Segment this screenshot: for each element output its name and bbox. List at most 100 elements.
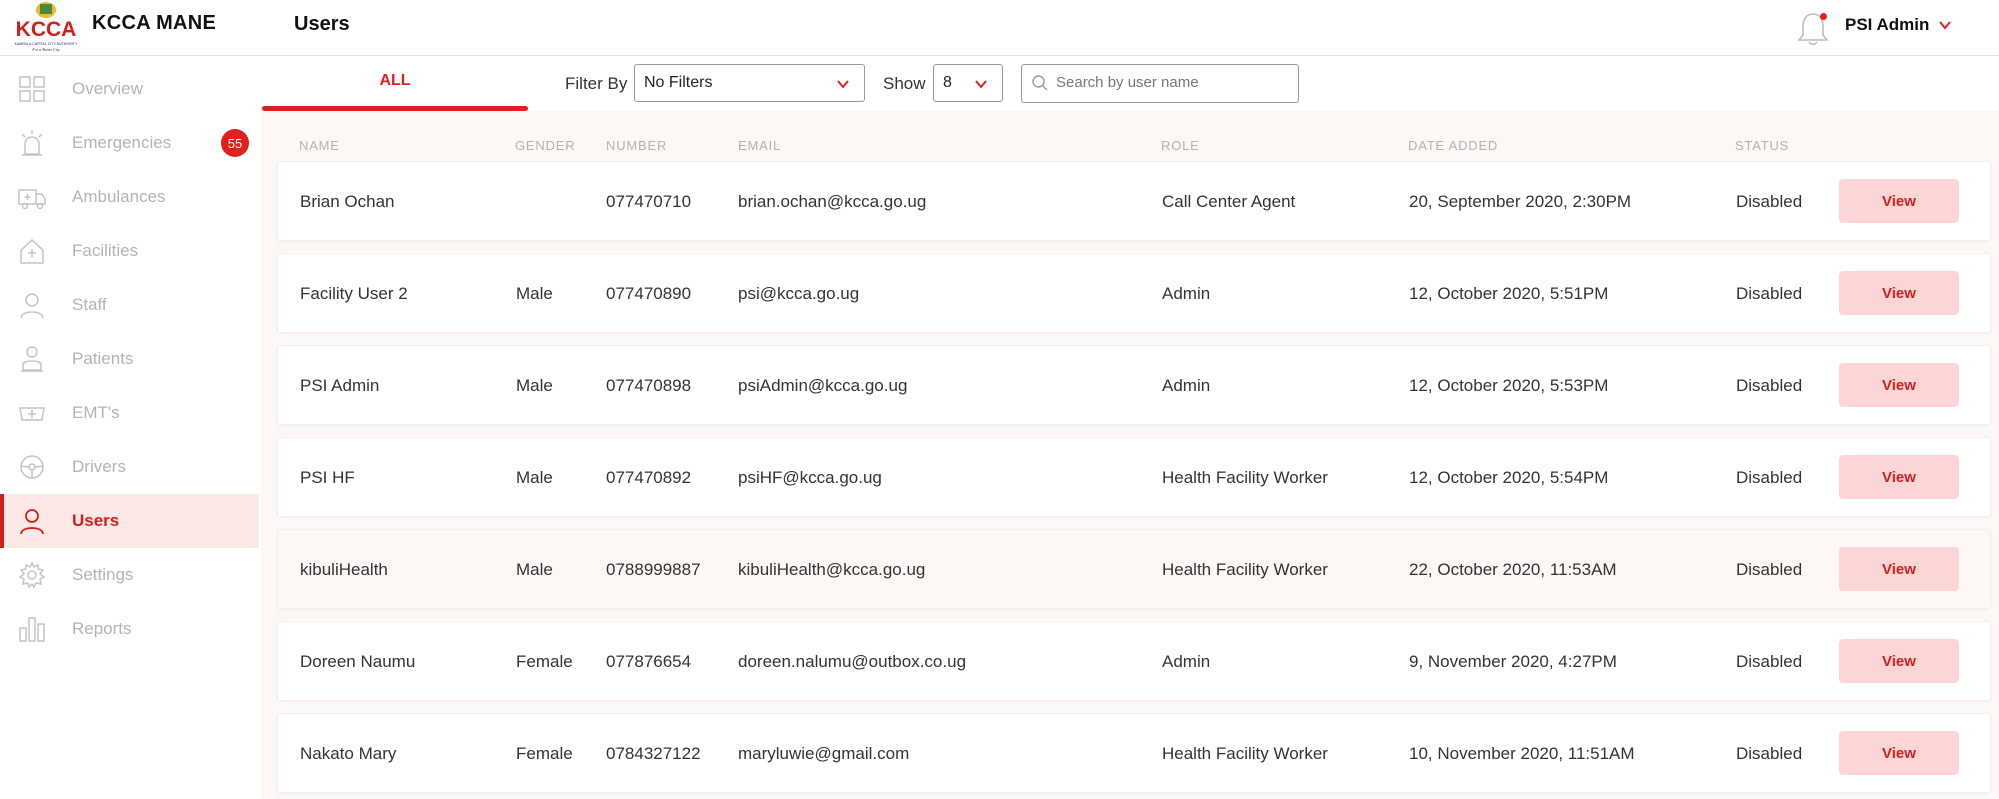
sidebar-item-patients[interactable]: Patients [0,332,259,386]
cell-email: psi@kcca.go.ug [738,284,860,303]
sidebar-item-overview[interactable]: Overview [0,62,259,116]
sidebar-item-label: Drivers [72,457,126,476]
user-icon [20,509,44,535]
cell-name: Doreen Naumu [300,652,416,671]
cell-gender: Male [516,284,553,303]
table-row: kibuliHealth Male 0788999887 kibuliHealt… [277,529,1991,609]
user-menu[interactable]: PSI Admin [1845,15,1953,35]
sidebar-item-users[interactable]: Users [0,494,259,548]
chevron-down-icon [1939,21,1952,30]
cell-number: 0784327122 [606,744,701,763]
svg-text:For a Better City: For a Better City [31,47,60,52]
table-row: Doreen Naumu Female 077876654 doreen.nal… [277,621,1991,701]
cell-number: 077470710 [606,192,692,211]
column-header-number: NUMBER [606,138,668,153]
view-button[interactable]: View [1839,731,1959,775]
chevron-down-icon [837,80,849,89]
sidebar-item-settings[interactable]: Settings [0,548,259,602]
filter-by-label: Filter By [565,74,628,93]
cell-status: Disabled [1736,468,1803,487]
sidebar-item-facilities[interactable]: Facilities [0,224,259,278]
cell-status: Disabled [1736,192,1803,211]
kcca-logo: KCCA KAMPALA CAPITAL CITY AUTHORITY For … [15,2,78,52]
user-name: PSI Admin [1845,15,1930,34]
cell-gender: Male [516,560,553,579]
cell-number: 077470898 [606,376,692,395]
table-row: Nakato Mary Female 0784327122 maryluwie@… [277,713,1991,793]
cell-status: Disabled [1736,652,1803,671]
sidebar-item-staff[interactable]: Staff [0,278,259,332]
cell-name: Facility User 2 [300,284,408,303]
sidebar: Overview Emergencies 55 Ambulances Facil… [0,56,259,799]
column-header-gender: GENDER [515,138,576,153]
app-name: KCCA MANE [92,12,217,34]
show-label: Show [883,74,926,93]
cell-role: Admin [1162,284,1211,303]
sidebar-item-label: Reports [72,619,132,638]
sidebar-item-label: EMT's [72,403,120,422]
ambulance-icon [18,189,46,210]
view-button[interactable]: View [1839,547,1959,591]
sidebar-item-label: Ambulances [72,187,166,206]
sidebar-item-label: Settings [72,565,134,584]
cell-number: 0788999887 [606,560,701,579]
emt-icon [19,407,45,421]
cell-gender: Male [516,468,553,487]
tab-all[interactable]: ALL [262,56,528,111]
table-row: Brian Ochan 077470710 brian.ochan@kcca.g… [277,161,1991,241]
column-header-date-added: DATE ADDED [1408,138,1499,153]
search-icon [1032,75,1048,91]
view-button[interactable]: View [1839,455,1959,499]
view-button[interactable]: View [1839,639,1959,683]
cell-email: psiAdmin@kcca.go.ug [738,376,908,395]
filter-select[interactable]: No Filters [634,64,865,102]
cell-status: Disabled [1736,560,1803,579]
view-button[interactable]: View [1839,179,1959,223]
cell-name: PSI HF [300,468,355,487]
page-size-value: 8 [943,74,952,91]
table-row: PSI HF Male 077470892 psiHF@kcca.go.ug H… [277,437,1991,517]
cell-name: PSI Admin [300,376,380,395]
view-button[interactable]: View [1839,363,1959,407]
sidebar-item-reports[interactable]: Reports [0,602,259,656]
column-header-status: STATUS [1735,138,1790,153]
sidebar-item-emts[interactable]: EMT's [0,386,259,440]
facility-icon [20,238,44,264]
person-icon [20,293,44,319]
sidebar-item-label: Users [72,511,120,530]
sidebar-item-label: Facilities [72,241,139,260]
siren-icon [21,130,43,156]
cell-number: 077470892 [606,468,692,487]
cell-number: 077470890 [606,284,692,303]
cell-date-added: 9, November 2020, 4:27PM [1409,652,1617,671]
cell-role: Health Facility Worker [1162,560,1328,579]
sidebar-item-emergencies[interactable]: Emergencies 55 [0,116,259,170]
cell-gender: Female [516,652,573,671]
column-header-role: ROLE [1161,138,1200,153]
steering-wheel-icon [20,455,44,479]
grid-icon [19,76,45,102]
filter-select-value: No Filters [644,74,713,91]
page-size-select[interactable]: 8 [933,64,1003,102]
cell-role: Admin [1162,652,1211,671]
cell-gender: Female [516,744,573,763]
cell-date-added: 22, October 2020, 11:53AM [1409,560,1617,579]
cell-date-added: 12, October 2020, 5:54PM [1409,468,1609,487]
view-button[interactable]: View [1839,271,1959,315]
search-box[interactable] [1021,64,1299,103]
cell-status: Disabled [1736,284,1803,303]
cell-name: Nakato Mary [300,744,397,763]
cell-gender: Male [516,376,553,395]
bar-chart-icon [19,617,45,642]
toolbar: ALL Filter By No Filters Show 8 [261,56,1999,111]
cell-date-added: 20, September 2020, 2:30PM [1409,192,1632,211]
table-row: PSI Admin Male 077470898 psiAdmin@kcca.g… [277,345,1991,425]
sidebar-item-drivers[interactable]: Drivers [0,440,259,494]
sidebar-item-ambulances[interactable]: Ambulances [0,170,259,224]
cell-email: kibuliHealth@kcca.go.ug [738,560,926,579]
cell-number: 077876654 [606,652,692,671]
search-input[interactable] [1056,74,1292,91]
sidebar-item-label: Overview [72,79,143,98]
cell-date-added: 10, November 2020, 11:51AM [1409,744,1635,763]
svg-text:KCCA: KCCA [16,18,77,41]
